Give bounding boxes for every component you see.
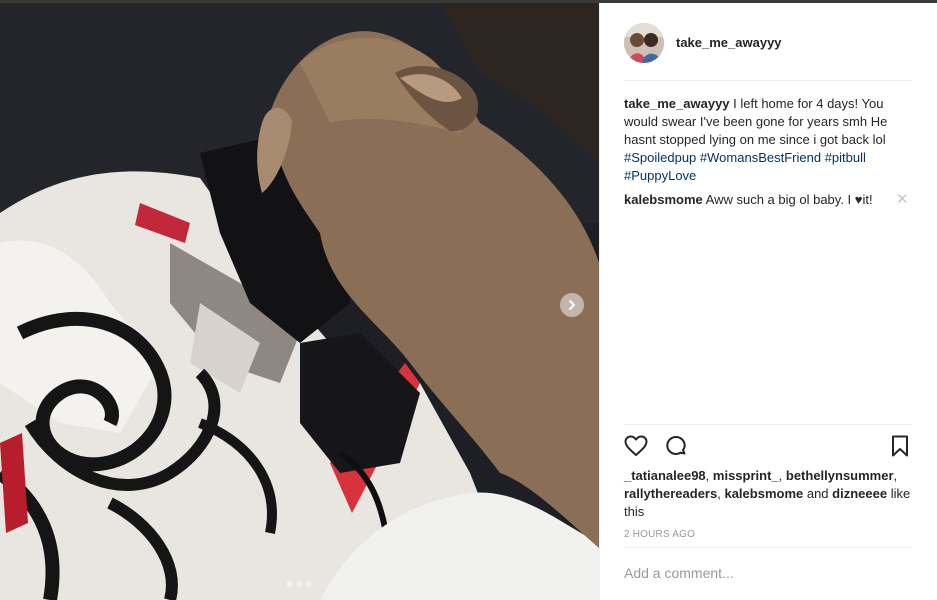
post-side-panel: take_me_awayyy take_me_awayyy I left hom…	[599, 3, 937, 600]
heart-icon[interactable]	[624, 434, 648, 463]
divider	[624, 424, 911, 425]
hashtags: #Spoiledpup #WomansBestFriend #pitbull #…	[624, 150, 866, 183]
caption-username[interactable]: take_me_awayyy	[624, 96, 730, 111]
carousel-dot	[306, 581, 312, 587]
author-username[interactable]: take_me_awayyy	[676, 35, 782, 50]
hashtag-link[interactable]: #pitbull	[825, 150, 866, 165]
hashtag-link[interactable]: #Spoiledpup	[624, 150, 696, 165]
close-icon[interactable]: ✕	[896, 191, 909, 209]
comment-username[interactable]: kalebsmome	[624, 192, 703, 207]
hashtag-link[interactable]: #WomansBestFriend	[700, 150, 821, 165]
photo-image	[0, 3, 599, 600]
divider	[624, 80, 911, 81]
avatar-image	[624, 23, 664, 63]
liker-username[interactable]: rallythereaders	[624, 486, 717, 501]
hashtag-link[interactable]: #PuppyLove	[624, 168, 696, 183]
next-photo-button[interactable]	[560, 293, 584, 317]
caption: take_me_awayyy I left home for 4 days! Y…	[624, 95, 914, 185]
post-timestamp[interactable]: 2 HOURS AGO	[624, 529, 695, 540]
liker-username[interactable]: _tatianalee98	[624, 468, 706, 483]
post-photo[interactable]	[0, 3, 599, 600]
avatar[interactable]	[624, 23, 664, 63]
liker-username[interactable]: kalebsmome	[724, 486, 803, 501]
liker-username[interactable]: missprint_	[713, 468, 779, 483]
comments-section: take_me_awayyy I left home for 4 days! Y…	[624, 95, 914, 209]
comment: kalebsmome Aww such a big ol baby. I ♥it…	[624, 191, 909, 209]
bookmark-icon[interactable]	[888, 434, 912, 463]
carousel-indicator	[286, 581, 312, 587]
add-comment-input[interactable]	[624, 565, 904, 581]
carousel-dot	[296, 581, 302, 587]
liker-username[interactable]: bethellynsummer	[786, 468, 894, 483]
carousel-dot-active	[286, 581, 292, 587]
liker-username[interactable]: dizneeee	[832, 486, 887, 501]
post-header: take_me_awayyy	[600, 3, 936, 81]
chevron-right-icon	[569, 300, 575, 310]
comment-text: Aww such a big ol baby. I ♥it!	[702, 192, 873, 207]
post-actions	[624, 434, 914, 460]
divider	[624, 547, 911, 548]
likes-and: and	[803, 486, 833, 501]
comment-icon[interactable]	[664, 434, 688, 463]
likes-text: _tatianalee98, missprint_, bethellynsumm…	[624, 468, 911, 519]
